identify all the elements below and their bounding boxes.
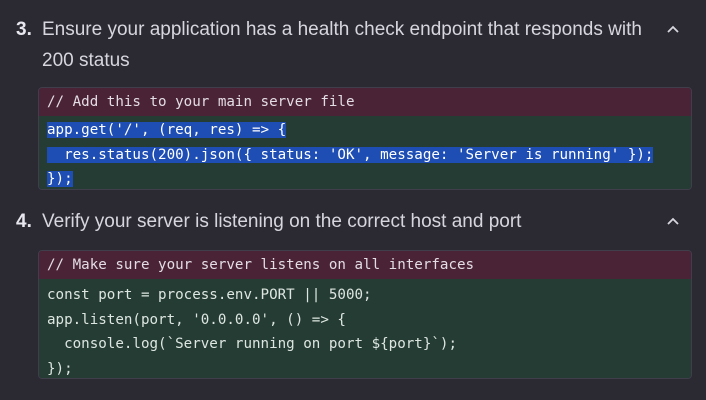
code-line: app.get('/', (req, res) => {: [39, 118, 691, 143]
code-line: app.listen(port, '0.0.0.0', () => {: [47, 311, 346, 328]
code-line: });: [47, 360, 73, 377]
code-body: app.get('/', (req, res) => { res.status(…: [39, 116, 691, 189]
step-3: 3. Ensure your application has a health …: [0, 14, 706, 76]
code-comment: // Make sure your server listens on all …: [39, 251, 691, 279]
code-comment: // Add this to your main server file: [39, 88, 691, 116]
step-text: Verify your server is listening on the c…: [42, 211, 522, 232]
chevron-up-icon[interactable]: [666, 22, 680, 36]
code-line: const port = process.env.PORT || 5000;: [47, 287, 372, 303]
selected-code-text: });: [47, 171, 73, 187]
step-4: 4. Verify your server is listening on th…: [0, 206, 706, 237]
selected-code-text: app.get('/', (req, res) => {: [47, 122, 287, 138]
code-block-step-3[interactable]: // Add this to your main server file app…: [38, 87, 692, 190]
step-number: 4.: [16, 211, 32, 232]
step-number: 3.: [16, 19, 32, 40]
chevron-up-icon[interactable]: [666, 214, 680, 228]
selected-code-text: res.status(200).json({ status: 'OK', mes…: [47, 146, 654, 163]
code-line: });: [39, 167, 691, 189]
code-line: console.log(`Server running on port ${po…: [47, 336, 457, 352]
step-4-header[interactable]: 4. Verify your server is listening on th…: [0, 206, 706, 237]
step-text: Ensure your application has a health che…: [42, 19, 642, 71]
code-body: const port = process.env.PORT || 5000; a…: [39, 279, 691, 378]
code-line: res.status(200).json({ status: 'OK', mes…: [39, 143, 691, 168]
code-block-step-4[interactable]: // Make sure your server listens on all …: [38, 250, 692, 379]
step-3-header[interactable]: 3. Ensure your application has a health …: [0, 14, 706, 76]
